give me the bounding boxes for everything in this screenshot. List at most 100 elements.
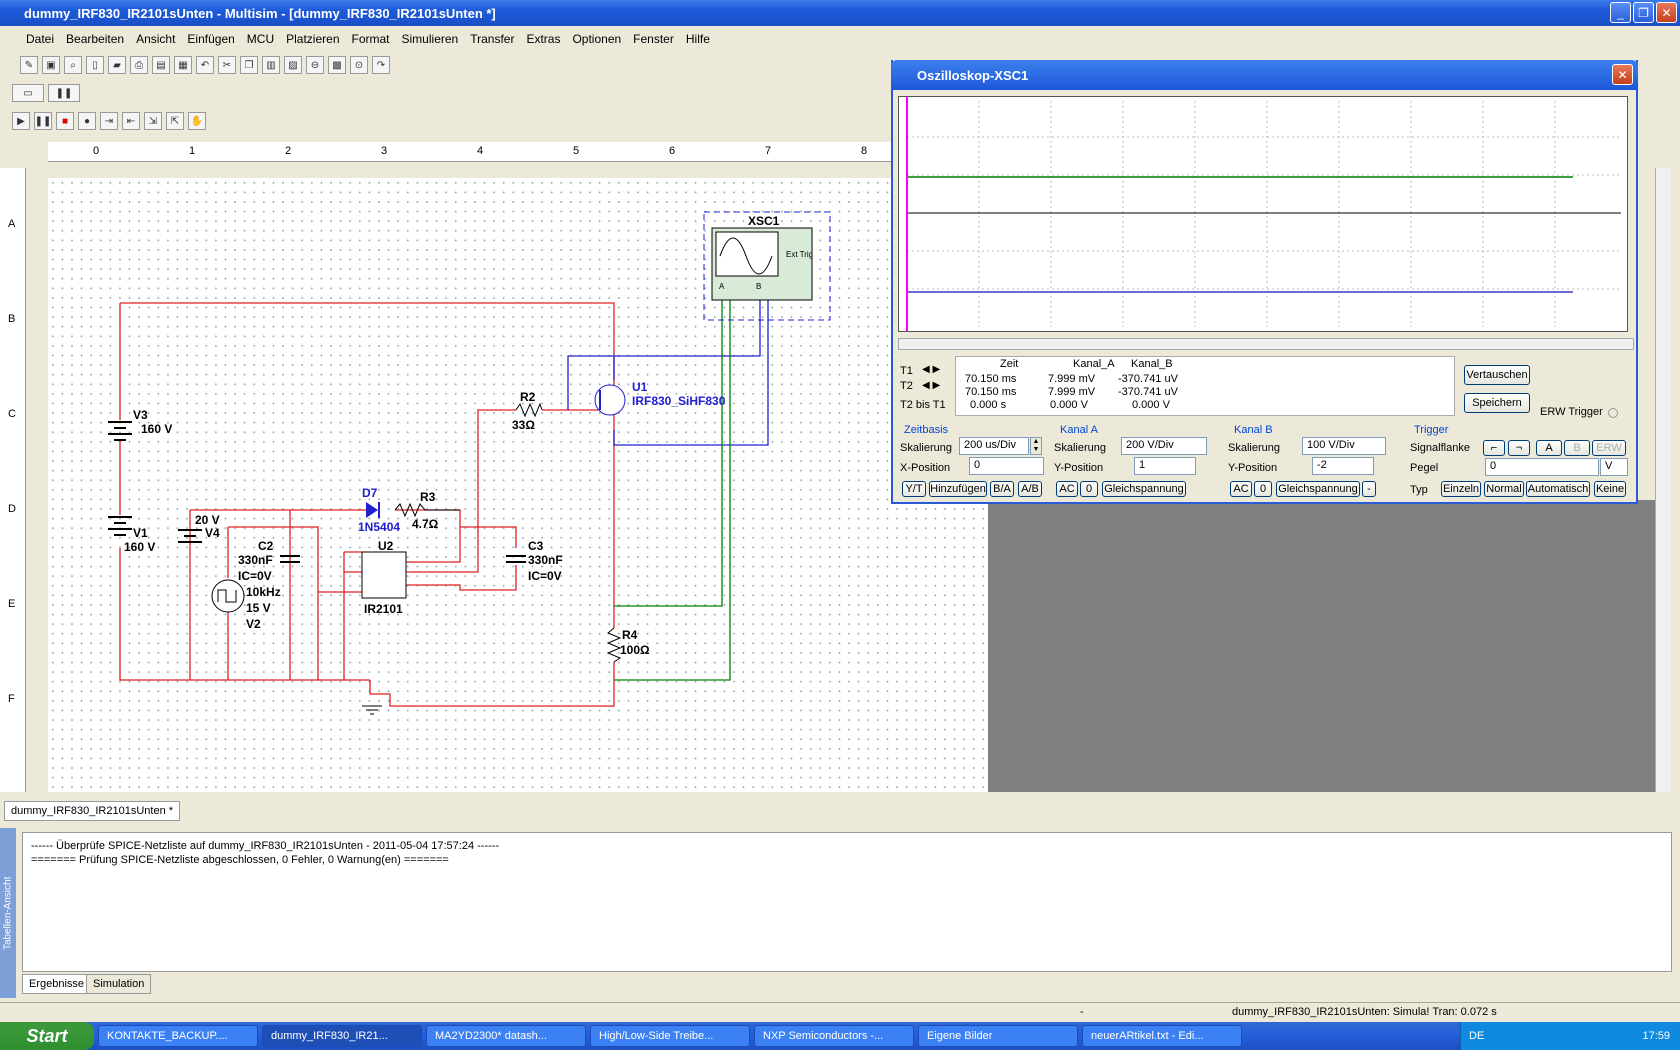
language-indicator[interactable]: DE bbox=[1461, 1030, 1484, 1042]
channel-a-title: Kanal A bbox=[1060, 424, 1098, 436]
trigger-single-button[interactable]: Einzeln bbox=[1441, 481, 1481, 497]
t2t1-kanal-b: 0.000 V bbox=[1132, 399, 1170, 411]
c3-label: C3 bbox=[528, 539, 544, 553]
mode-add-button[interactable]: Hinzufügen bbox=[929, 481, 987, 497]
timebase-scale-label: Skalierung bbox=[900, 442, 952, 454]
trigger-level-input[interactable]: 0 bbox=[1485, 458, 1599, 476]
col-kanal-b: Kanal_B bbox=[1131, 358, 1173, 370]
c2-ic: IC=0V bbox=[238, 569, 272, 583]
task-item[interactable]: Eigene Bilder bbox=[918, 1025, 1078, 1047]
v3-value: 160 V bbox=[141, 422, 173, 436]
trigger-none-button[interactable]: Keine bbox=[1594, 481, 1626, 497]
status-dash: - bbox=[1080, 1006, 1084, 1018]
log-line: ======= Prüfung SPICE-Netzliste abgeschl… bbox=[31, 854, 449, 866]
xsc1-label: XSC1 bbox=[748, 214, 780, 228]
channel-a-ac-button[interactable]: AC bbox=[1056, 481, 1078, 497]
channel-a-scale-input[interactable]: 200 V/Div bbox=[1121, 437, 1207, 455]
erw-trigger-indicator bbox=[1608, 408, 1618, 418]
t2-kanal-a: 7.999 mV bbox=[1048, 386, 1096, 398]
t2-kanal-b: -370.741 uV bbox=[1118, 386, 1178, 398]
t2-zeit: 70.150 ms bbox=[965, 386, 1017, 398]
v1-label: V1 bbox=[133, 526, 148, 540]
ext-trig-label: Ext Trig bbox=[786, 250, 814, 259]
xpos-input[interactable]: 0 bbox=[969, 457, 1044, 475]
t2-label: T2 bbox=[900, 380, 913, 392]
scope-close-button[interactable]: ✕ bbox=[1612, 64, 1633, 85]
trigger-normal-button[interactable]: Normal bbox=[1484, 481, 1524, 497]
swap-button[interactable]: Vertauschen bbox=[1464, 365, 1530, 385]
t1-kanal-a: 7.999 mV bbox=[1048, 373, 1096, 385]
t2-left-arrow[interactable]: ◀ ▶ bbox=[922, 380, 940, 391]
v3-label: V3 bbox=[133, 408, 148, 422]
timebase-scale-input[interactable]: 200 us/Div bbox=[959, 437, 1029, 455]
mode-ba-button[interactable]: B/A bbox=[990, 481, 1014, 497]
channel-b-title: Kanal B bbox=[1234, 424, 1273, 436]
t2t1-kanal-a: 0.000 V bbox=[1050, 399, 1088, 411]
u1-label: U1 bbox=[632, 380, 648, 394]
trigger-level-unit[interactable]: V bbox=[1600, 458, 1628, 476]
document-tab[interactable]: dummy_IRF830_IR2101sUnten * bbox=[4, 801, 181, 821]
minimize-button[interactable]: _ bbox=[1610, 2, 1631, 23]
t2-t1-label: T2 bis T1 bbox=[900, 399, 946, 411]
vertical-scrollbar[interactable] bbox=[1655, 168, 1671, 792]
col-kanal-a: Kanal_A bbox=[1073, 358, 1115, 370]
t1-left-arrow[interactable]: ◀ ▶ bbox=[922, 364, 940, 375]
trigger-title: Trigger bbox=[1414, 424, 1449, 436]
system-tray: DE 17:59 bbox=[1460, 1022, 1680, 1050]
oscilloscope-display bbox=[898, 96, 1628, 332]
v2-frequency: 10kHz bbox=[246, 585, 281, 599]
t1-kanal-b: -370.741 uV bbox=[1118, 373, 1178, 385]
d7-value: 1N5404 bbox=[358, 520, 401, 534]
restore-button[interactable]: ❐ bbox=[1633, 2, 1654, 23]
trigger-source-b[interactable]: B bbox=[1564, 440, 1590, 456]
oscilloscope-titlebar[interactable]: Oszilloskop-XSC1 bbox=[891, 60, 1638, 90]
erw-trigger-label: ERW Trigger bbox=[1540, 406, 1603, 418]
task-item[interactable]: MA2YD2300* datash... bbox=[426, 1025, 586, 1047]
mode-yt-button[interactable]: Y/T bbox=[902, 481, 926, 497]
trigger-type-label: Typ bbox=[1410, 484, 1428, 496]
trigger-level-label: Pegel bbox=[1410, 462, 1439, 474]
port-a-label: A bbox=[719, 282, 725, 291]
channel-a-ypos-input[interactable]: 1 bbox=[1134, 457, 1196, 475]
close-button[interactable]: ✕ bbox=[1656, 2, 1677, 23]
channel-b-ac-button[interactable]: AC bbox=[1230, 481, 1252, 497]
tab-ergebnisse[interactable]: Ergebnisse bbox=[22, 974, 92, 994]
c3-ic: IC=0V bbox=[528, 569, 562, 583]
cursor-table bbox=[955, 356, 1455, 416]
channel-b-ypos-input[interactable]: -2 bbox=[1312, 457, 1374, 475]
v2-label: V2 bbox=[246, 617, 261, 631]
channel-b-scale-input[interactable]: 100 V/Div bbox=[1302, 437, 1386, 455]
channel-b-scale-label: Skalierung bbox=[1228, 442, 1280, 454]
channel-b-zero-button[interactable]: 0 bbox=[1254, 481, 1272, 497]
channel-a-dc-button[interactable]: Gleichspannung bbox=[1102, 481, 1186, 497]
v4-label: V4 bbox=[205, 526, 220, 540]
trigger-source-a[interactable]: A bbox=[1536, 440, 1562, 456]
trigger-auto-button[interactable]: Automatisch bbox=[1526, 481, 1590, 497]
task-item[interactable]: neuerARtikel.txt - Edi... bbox=[1082, 1025, 1242, 1047]
mode-ab-button[interactable]: A/B bbox=[1018, 481, 1042, 497]
timebase-title: Zeitbasis bbox=[904, 424, 949, 436]
task-item[interactable]: KONTAKTE_BACKUP.... bbox=[98, 1025, 258, 1047]
start-label: Start bbox=[26, 1025, 68, 1046]
save-scope-button[interactable]: Speichern bbox=[1464, 393, 1530, 413]
log-line: ------ Überprüfe SPICE-Netzliste auf dum… bbox=[31, 840, 500, 852]
tab-simulation[interactable]: Simulation bbox=[86, 974, 152, 994]
channel-b-dc-button[interactable]: Gleichspannung bbox=[1276, 481, 1360, 497]
channel-b-invert-button[interactable]: - bbox=[1362, 481, 1376, 497]
trigger-source-erw[interactable]: ERW bbox=[1592, 440, 1626, 456]
side-panel-label[interactable]: Tabellen-Ansicht bbox=[0, 828, 16, 998]
task-item[interactable]: High/Low-Side Treibe... bbox=[590, 1025, 750, 1047]
task-item[interactable]: dummy_IRF830_IR21... bbox=[262, 1025, 422, 1047]
task-item[interactable]: NXP Semiconductors -... bbox=[754, 1025, 914, 1047]
v1-value: 160 V bbox=[124, 540, 156, 554]
timebase-spinner[interactable]: ▲ ▼ bbox=[1030, 437, 1042, 455]
start-button[interactable]: Start bbox=[0, 1022, 94, 1050]
r4-label: R4 bbox=[622, 628, 638, 642]
r4-value: 100Ω bbox=[620, 643, 650, 657]
rising-edge-icon[interactable]: ⌐ bbox=[1483, 440, 1505, 456]
u1-value: IRF830_SiHF830 bbox=[632, 394, 726, 408]
falling-edge-icon[interactable]: ¬ bbox=[1508, 440, 1530, 456]
r2-label: R2 bbox=[520, 390, 536, 404]
scope-scrollbar[interactable] bbox=[898, 338, 1634, 350]
channel-a-zero-button[interactable]: 0 bbox=[1080, 481, 1098, 497]
